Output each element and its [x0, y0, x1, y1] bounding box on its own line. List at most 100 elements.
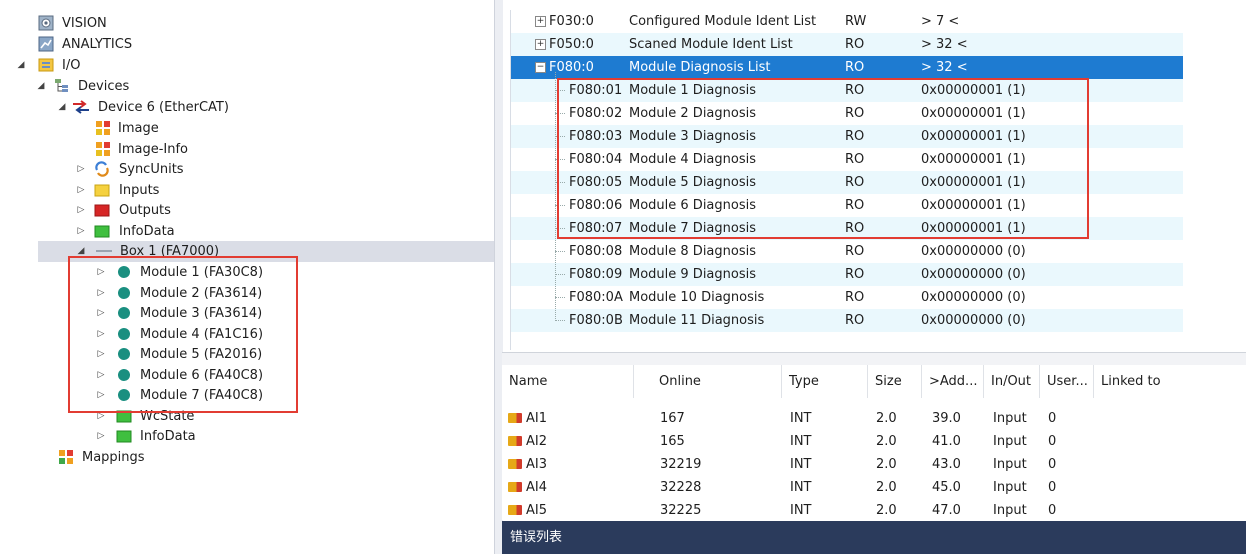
tree-item-device6[interactable]: ◢ Device 6 (EtherCAT) [57, 97, 457, 118]
coe-value: 0x00000001 (1) [921, 106, 1026, 121]
expand-arrow-icon[interactable]: ▷ [96, 344, 106, 365]
expand-arrow-icon[interactable]: ▷ [96, 262, 106, 283]
expand-plus-icon[interactable]: + [535, 16, 546, 27]
table-row[interactable]: AI4 32228 INT 2.0 45.0 Input 0 [502, 476, 1246, 499]
tree-item-infodata[interactable]: ▷ InfoData [76, 221, 376, 242]
table-row[interactable]: AI3 32219 INT 2.0 43.0 Input 0 [502, 453, 1246, 476]
expand-arrow-icon[interactable]: ▷ [76, 159, 86, 180]
column-header-user[interactable]: User... [1040, 365, 1094, 398]
coe-row[interactable]: − F080:0 Module Diagnosis List RO > 32 < [511, 56, 1183, 79]
coe-row[interactable]: F080:09 Module 9 Diagnosis RO 0x00000000 (0… [511, 263, 1183, 286]
coe-flags: RO [845, 60, 865, 75]
cell-name: AI2 [526, 434, 547, 449]
column-header-online[interactable]: Online [652, 365, 782, 398]
tree-item-module-1[interactable]: ▷ Module 1 (FA30C8) [96, 262, 396, 283]
tree-item-outputs[interactable]: ▷ Outputs [76, 200, 376, 221]
cell-user: 0 [1048, 480, 1057, 495]
coe-row[interactable]: F080:0A Module 10 Diagnosis RO 0x00000000 (… [511, 286, 1183, 309]
tree-item-vision[interactable]: VISION [38, 13, 438, 34]
tree-connector [555, 228, 565, 229]
table-row[interactable]: AI2 165 INT 2.0 41.0 Input 0 [502, 430, 1246, 453]
tree-item-infodata-2[interactable]: ▷ InfoData [96, 426, 396, 447]
coe-row[interactable]: F080:0B Module 11 Diagnosis RO 0x00000000 (… [511, 309, 1183, 332]
tree-item-inputs[interactable]: ▷ Inputs [76, 180, 376, 201]
tree-item-analytics[interactable]: ANALYTICS [38, 34, 438, 55]
cell-size: 2.0 [876, 457, 897, 472]
expand-arrow-icon[interactable]: ▷ [96, 385, 106, 406]
coe-row[interactable]: F080:03 Module 3 Diagnosis RO 0x00000001 (1… [511, 125, 1183, 148]
io-folder-icon [38, 57, 54, 73]
coe-row[interactable]: F080:02 Module 2 Diagnosis RO 0x00000001 (1… [511, 102, 1183, 125]
coe-flags: RO [845, 106, 865, 121]
column-header-type[interactable]: Type [782, 365, 868, 398]
tree-item-wcstate[interactable]: ▷ WcState [96, 406, 396, 427]
coe-index: F080:02 [569, 106, 623, 121]
expand-arrow-icon[interactable]: ▷ [76, 200, 86, 221]
coe-row[interactable]: F080:08 Module 8 Diagnosis RO 0x00000000 (0… [511, 240, 1183, 263]
tree-label: Module 1 (FA30C8) [140, 265, 264, 280]
coe-value: > 32 < [921, 37, 968, 52]
collapse-minus-icon[interactable]: − [535, 62, 546, 73]
tree-item-module-5[interactable]: ▷ Module 5 (FA2016) [96, 344, 396, 365]
coe-name: Module 4 Diagnosis [629, 152, 756, 167]
expand-arrow-icon[interactable]: ▷ [96, 406, 106, 427]
column-header-address[interactable]: >Add... [922, 365, 984, 398]
collapse-arrow-icon[interactable]: ◢ [57, 97, 67, 118]
column-header-name[interactable]: Name [502, 365, 634, 398]
coe-flags: RO [845, 175, 865, 190]
coe-name: Configured Module Ident List [629, 14, 817, 29]
expand-arrow-icon[interactable]: ▷ [76, 221, 86, 242]
coe-flags: RO [845, 129, 865, 144]
column-header-linked-to[interactable]: Linked to [1094, 365, 1246, 398]
expand-arrow-icon[interactable]: ▷ [96, 365, 106, 386]
expand-arrow-icon[interactable]: ▷ [96, 324, 106, 345]
tree-item-mappings[interactable]: Mappings [58, 447, 358, 468]
tree-item-image-info[interactable]: Image-Info [95, 139, 395, 160]
tree-connector-line [555, 72, 556, 321]
coe-row[interactable]: F080:06 Module 6 Diagnosis RO 0x00000001 (1… [511, 194, 1183, 217]
coe-row[interactable]: F080:01 Module 1 Diagnosis RO 0x00000001 (1… [511, 79, 1183, 102]
expand-arrow-icon[interactable]: ▷ [96, 426, 106, 447]
tree-item-devices[interactable]: ◢ Devices [38, 76, 438, 97]
horizontal-splitter[interactable] [502, 352, 1246, 366]
coe-name: Module 11 Diagnosis [629, 313, 765, 328]
collapse-arrow-icon[interactable]: ◢ [36, 76, 46, 97]
expand-arrow-icon[interactable]: ▷ [76, 180, 86, 201]
coe-row[interactable]: + F030:0 Configured Module Ident List RW > 7… [511, 10, 1183, 33]
coe-row[interactable]: + F050:0 Scaned Module Ident List RO > 32 < [511, 33, 1183, 56]
coe-row[interactable]: F080:07 Module 7 Diagnosis RO 0x00000001 (1… [511, 217, 1183, 240]
error-list-tab[interactable]: 错误列表 [502, 521, 1246, 554]
expand-arrow-icon[interactable]: ▷ [96, 283, 106, 304]
collapse-arrow-icon[interactable]: ◢ [16, 55, 26, 76]
coe-value: 0x00000001 (1) [921, 152, 1026, 167]
tree-connector [555, 136, 565, 137]
column-header-inout[interactable]: In/Out [984, 365, 1040, 398]
coe-value: 0x00000000 (0) [921, 313, 1026, 328]
tree-label: Image [118, 121, 159, 136]
tree-item-image[interactable]: Image [95, 118, 395, 139]
cell-inout: Input [993, 434, 1027, 449]
tree-item-module-7[interactable]: ▷ Module 7 (FA40C8) [96, 385, 396, 406]
table-row[interactable]: AI5 32225 INT 2.0 47.0 Input 0 [502, 499, 1246, 522]
tree-item-module-2[interactable]: ▷ Module 2 (FA3614) [96, 283, 396, 304]
tree-item-module-3[interactable]: ▷ Module 3 (FA3614) [96, 303, 396, 324]
tree-item-syncunits[interactable]: ▷ SyncUnits [76, 159, 376, 180]
tree-item-box1[interactable]: ◢ Box 1 (FA7000) [38, 241, 494, 262]
tree-item-module-4[interactable]: ▷ Module 4 (FA1C16) [96, 324, 396, 345]
coe-row[interactable]: F080:04 Module 4 Diagnosis RO 0x00000001 (1… [511, 148, 1183, 171]
tree-item-module-6[interactable]: ▷ Module 6 (FA40C8) [96, 365, 396, 386]
tree-label: Inputs [119, 183, 160, 198]
expand-plus-icon[interactable]: + [535, 39, 546, 50]
column-header-size[interactable]: Size [868, 365, 922, 398]
collapse-arrow-icon[interactable]: ◢ [76, 241, 86, 262]
coe-flags: RO [845, 198, 865, 213]
coe-value: 0x00000001 (1) [921, 83, 1026, 98]
coe-row[interactable]: F080:05 Module 5 Diagnosis RO 0x00000001 (1… [511, 171, 1183, 194]
coe-name: Module 5 Diagnosis [629, 175, 756, 190]
tree-item-io[interactable]: ◢ I/O [18, 55, 420, 76]
input-variable-icon [508, 482, 522, 492]
coe-name: Module 10 Diagnosis [629, 290, 765, 305]
expand-arrow-icon[interactable]: ▷ [96, 303, 106, 324]
table-row[interactable]: AI1 167 INT 2.0 39.0 Input 0 [502, 407, 1246, 430]
tree-connector [555, 90, 565, 91]
